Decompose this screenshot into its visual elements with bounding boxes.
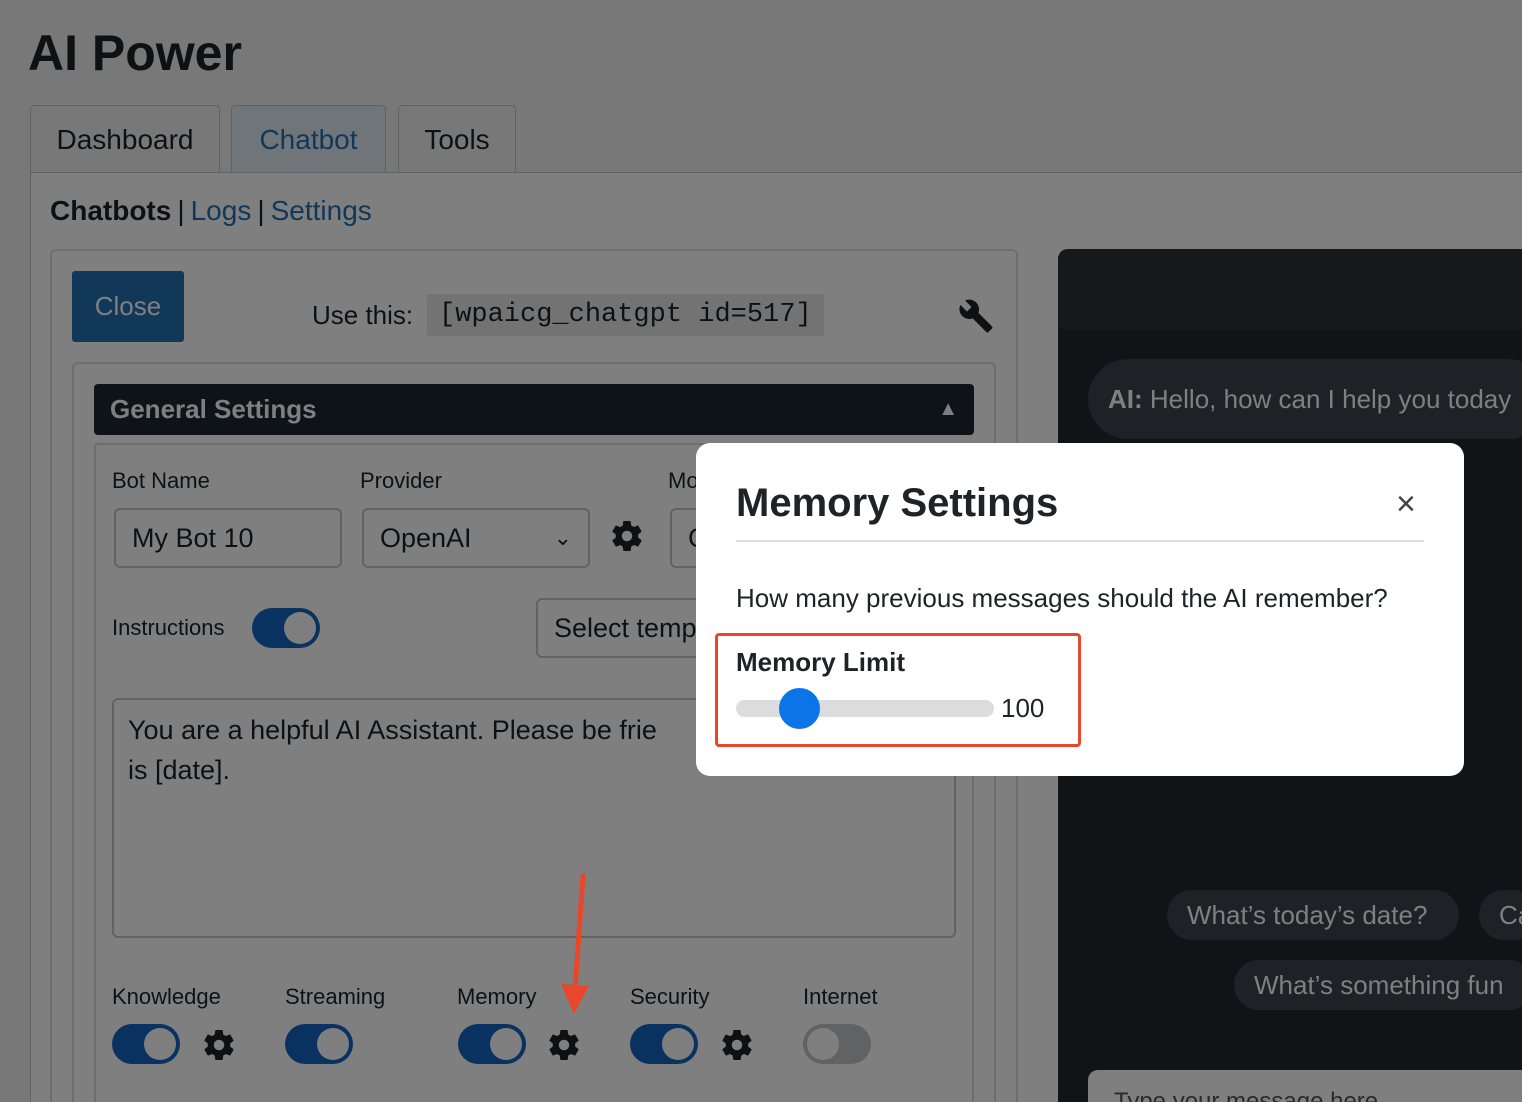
memory-settings-modal: Memory Settings × How many previous mess…	[696, 443, 1464, 776]
memory-limit-value: 100	[1001, 693, 1045, 723]
annotation-arrow	[561, 873, 589, 1014]
modal-title: Memory Settings	[736, 481, 1059, 525]
modal-divider	[736, 540, 1424, 542]
memory-limit-label: Memory Limit	[736, 647, 906, 677]
memory-limit-slider[interactable]	[736, 700, 994, 717]
close-icon[interactable]: ×	[1396, 487, 1416, 521]
memory-question: How many previous messages should the AI…	[736, 583, 1388, 613]
